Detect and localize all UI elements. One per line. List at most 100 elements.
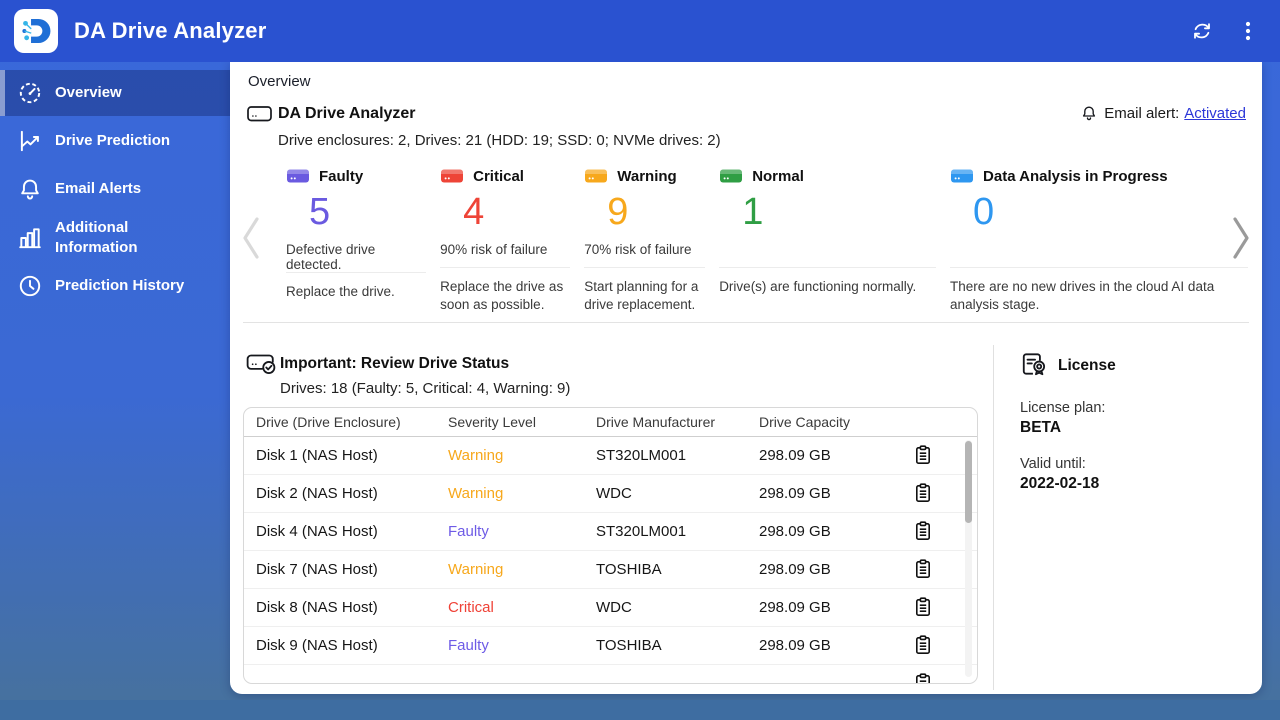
email-alert-status: Email alert: Activated bbox=[1080, 104, 1246, 122]
cell-capacity: 298.09 GB bbox=[759, 637, 831, 654]
license-icon bbox=[1020, 350, 1048, 378]
clipboard-icon bbox=[911, 443, 935, 467]
col-header-severity: Severity Level bbox=[448, 414, 536, 430]
status-cards: Faulty 5 Defective drive detected. Repla… bbox=[286, 165, 1262, 320]
cell-manufacturer: ST320LM001 bbox=[596, 523, 687, 540]
carousel-prev-button[interactable] bbox=[238, 212, 264, 264]
col-header-manufacturer: Drive Manufacturer bbox=[596, 414, 716, 430]
clipboard-icon bbox=[911, 671, 935, 685]
status-card-label: Normal bbox=[752, 167, 804, 185]
status-card-description: Start planning for a drive replacement. bbox=[584, 267, 706, 315]
table-row: Disk 2 (NAS Host) Warning WDC 298.09 GB bbox=[244, 475, 977, 513]
status-card-label: Data Analysis in Progress bbox=[983, 167, 1168, 185]
table-row: Disk 8 (NAS Host) Critical WDC 298.09 GB bbox=[244, 589, 977, 627]
drive-table: Drive (Drive Enclosure) Severity Level D… bbox=[243, 407, 978, 684]
email-alert-activated-link[interactable]: Activated bbox=[1184, 105, 1246, 122]
cell-drive: Disk 1 (NAS Host) bbox=[256, 447, 378, 464]
page-title: Overview bbox=[248, 73, 311, 90]
drive-details-button[interactable] bbox=[910, 443, 936, 469]
top-bar: DA Drive Analyzer bbox=[0, 0, 1280, 62]
sidebar-item[interactable]: Additional Information bbox=[0, 214, 230, 261]
sidebar-item[interactable]: Drive Prediction bbox=[0, 118, 230, 164]
status-card-description: Replace the drive as soon as possible. bbox=[440, 267, 571, 315]
bottom-strip bbox=[0, 700, 1280, 720]
cell-manufacturer: TOSHIBA bbox=[596, 637, 662, 654]
main-panel: Overview DA Drive Analyzer Drive enclosu… bbox=[230, 62, 1262, 694]
cell-severity: Warning bbox=[448, 447, 504, 464]
status-card: Faulty 5 Defective drive detected. Repla… bbox=[286, 165, 440, 320]
table-row: Disk 4 (NAS Host) Faulty ST320LM001 298.… bbox=[244, 513, 977, 551]
col-header-drive: Drive (Drive Enclosure) bbox=[256, 414, 401, 430]
drive-details-button[interactable] bbox=[910, 519, 936, 545]
sidebar-item-icon bbox=[17, 80, 43, 106]
status-card-count: 1 bbox=[742, 191, 764, 233]
drive-status-icon bbox=[440, 165, 464, 187]
table-row: Disk 1 (NAS Host) Warning ST320LM001 298… bbox=[244, 437, 977, 475]
status-card-subtitle: 90% risk of failure bbox=[440, 242, 548, 257]
cell-manufacturer: WDC bbox=[596, 599, 632, 616]
cell-capacity: 298.09 GB bbox=[759, 447, 831, 464]
status-card-description: Drive(s) are functioning normally. bbox=[719, 267, 937, 315]
clipboard-icon bbox=[911, 557, 935, 581]
nas-icon bbox=[246, 103, 273, 125]
status-card: Normal 1 Drive(s) are functioning normal… bbox=[719, 165, 950, 320]
email-alert-label: Email alert: bbox=[1104, 104, 1180, 122]
table-row: Disk 7 (NAS Host) Warning TOSHIBA 298.09… bbox=[244, 551, 977, 589]
drive-details-button[interactable] bbox=[910, 481, 936, 507]
cell-drive: Disk 4 (NAS Host) bbox=[256, 523, 378, 540]
refresh-icon bbox=[1190, 19, 1214, 43]
sidebar: Overview Drive Prediction Email Alerts A… bbox=[0, 62, 230, 700]
clipboard-icon bbox=[911, 481, 935, 505]
refresh-button[interactable] bbox=[1188, 17, 1216, 45]
sidebar-item[interactable]: Prediction History bbox=[0, 263, 230, 309]
cell-severity: Critical bbox=[448, 599, 494, 616]
sidebar-item-label: Overview bbox=[55, 84, 122, 102]
clipboard-icon bbox=[911, 633, 935, 657]
cell-severity: Warning bbox=[448, 485, 504, 502]
drive-table-body: Disk 1 (NAS Host) Warning ST320LM001 298… bbox=[244, 437, 977, 684]
sidebar-item[interactable]: Overview bbox=[0, 70, 230, 116]
summary-title: DA Drive Analyzer bbox=[278, 105, 416, 122]
license-divider bbox=[993, 345, 994, 690]
cell-drive: Disk 7 (NAS Host) bbox=[256, 561, 378, 578]
cell-severity: Faulty bbox=[448, 637, 489, 654]
cell-manufacturer: WDC bbox=[596, 485, 632, 502]
table-row bbox=[244, 665, 977, 684]
more-options-button[interactable] bbox=[1234, 17, 1262, 45]
sidebar-item-icon bbox=[17, 273, 43, 299]
cell-capacity: 298.09 GB bbox=[759, 561, 831, 578]
drive-status-icon bbox=[950, 165, 974, 187]
drive-details-button[interactable] bbox=[910, 595, 936, 621]
app-logo-icon bbox=[22, 18, 51, 44]
cell-severity: Faulty bbox=[448, 523, 489, 540]
cell-capacity: 298.09 GB bbox=[759, 599, 831, 616]
sidebar-item[interactable]: Email Alerts bbox=[0, 166, 230, 212]
cell-drive: Disk 9 (NAS Host) bbox=[256, 637, 378, 654]
cell-drive: Disk 8 (NAS Host) bbox=[256, 599, 378, 616]
drive-details-button[interactable] bbox=[910, 671, 936, 685]
status-card-label: Faulty bbox=[319, 167, 364, 185]
drive-details-button[interactable] bbox=[910, 633, 936, 659]
carousel-next-button[interactable] bbox=[1228, 212, 1254, 264]
license-plan-value: BETA bbox=[1020, 419, 1062, 436]
sidebar-item-label: Prediction History bbox=[55, 277, 185, 295]
status-card-subtitle bbox=[950, 242, 1248, 267]
status-card-description: There are no new drives in the cloud AI … bbox=[950, 267, 1248, 315]
drive-table-header: Drive (Drive Enclosure) Severity Level D… bbox=[244, 408, 977, 437]
drive-status-icon bbox=[584, 165, 608, 187]
cell-severity: Warning bbox=[448, 561, 504, 578]
cell-capacity: 298.09 GB bbox=[759, 485, 831, 502]
status-card-subtitle: Defective drive detected. bbox=[286, 242, 376, 272]
cell-manufacturer: TOSHIBA bbox=[596, 561, 662, 578]
summary-subtitle: Drive enclosures: 2, Drives: 21 (HDD: 19… bbox=[278, 132, 721, 149]
status-card-subtitle bbox=[719, 242, 936, 267]
section-divider bbox=[243, 322, 1249, 323]
table-scrollbar-thumb[interactable] bbox=[965, 441, 972, 523]
chevron-right-icon bbox=[1228, 212, 1254, 264]
drive-details-button[interactable] bbox=[910, 557, 936, 583]
status-card-label: Warning bbox=[617, 167, 677, 185]
status-card-description: Replace the drive. bbox=[286, 272, 427, 320]
sidebar-item-icon bbox=[17, 128, 43, 154]
license-plan-label: License plan: bbox=[1020, 400, 1106, 416]
cell-drive: Disk 2 (NAS Host) bbox=[256, 485, 378, 502]
